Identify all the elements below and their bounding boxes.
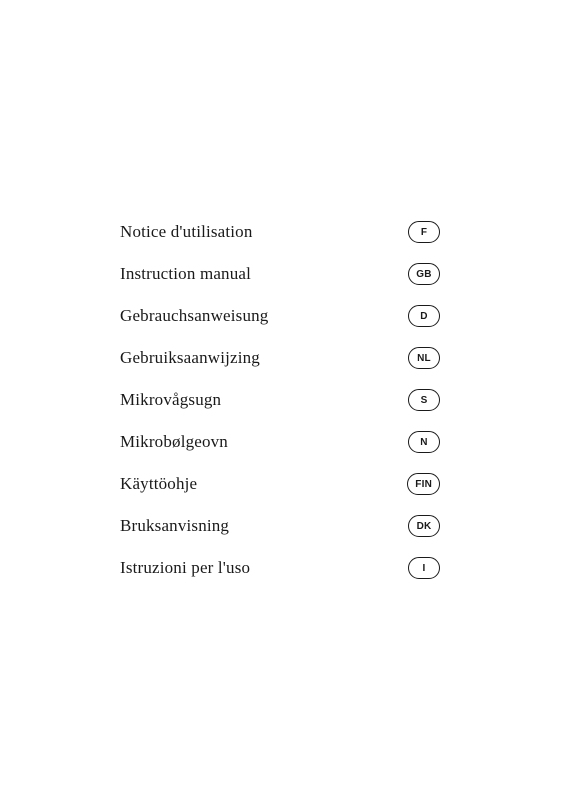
menu-item: Bruksanvisning DK [120,505,440,547]
language-badge: DK [408,515,440,537]
menu-item: Gebrauchsanweisung D [120,295,440,337]
language-badge: D [408,305,440,327]
menu-item-label: Gebruiksaanwijzing [120,348,260,368]
menu-item: Mikrobølgeovn N [120,421,440,463]
menu-item-label: Gebrauchsanweisung [120,306,268,326]
language-badge: NL [408,347,440,369]
menu-item: Käyttöohje FIN [120,463,440,505]
page-container: Notice d'utilisation F Instruction manual G… [0,0,565,800]
language-badge: N [408,431,440,453]
language-badge: F [408,221,440,243]
menu-item-label: Käyttöohje [120,474,197,494]
menu-item-label: Mikrovågsugn [120,390,221,410]
menu-item-label: Istruzioni per l'uso [120,558,250,578]
menu-item-label: Notice d'utilisation [120,222,253,242]
language-badge: I [408,557,440,579]
language-badge: GB [408,263,440,285]
language-badge: FIN [407,473,440,495]
language-badge: S [408,389,440,411]
menu-item: Instruction manual GB [120,253,440,295]
menu-item-label: Instruction manual [120,264,251,284]
menu-item-label: Mikrobølgeovn [120,432,228,452]
menu-item: Mikrovågsugn S [120,379,440,421]
language-menu-list: Notice d'utilisation F Instruction manual G… [120,211,440,589]
menu-item: Istruzioni per l'uso I [120,547,440,589]
menu-item: Gebruiksaanwijzing NL [120,337,440,379]
menu-item-label: Bruksanvisning [120,516,229,536]
menu-item: Notice d'utilisation F [120,211,440,253]
